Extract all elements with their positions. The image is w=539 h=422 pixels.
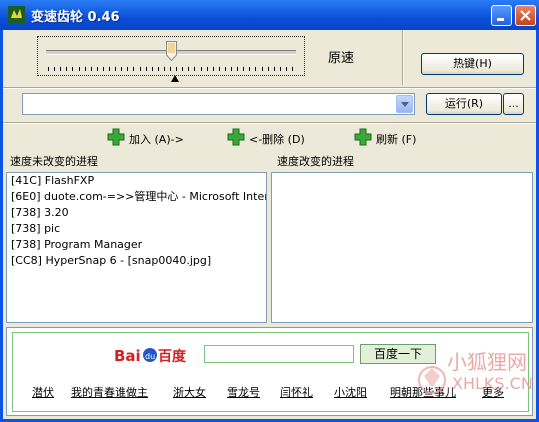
slider-tick	[273, 67, 275, 71]
slider-tick	[157, 67, 159, 71]
refresh-label: 刷新 (F)	[376, 133, 417, 146]
speed-slider[interactable]	[37, 36, 305, 76]
slider-tick	[206, 67, 208, 71]
svg-text:百度: 百度	[158, 348, 187, 365]
process-combo[interactable]	[22, 93, 415, 115]
link[interactable]: 潜伏	[32, 384, 54, 400]
slider-tick	[218, 67, 220, 71]
refresh-plus-icon	[354, 128, 372, 146]
list-item[interactable]: [738] 3.20	[7, 205, 266, 221]
unchanged-process-list[interactable]: [41C] FlashFXP [6E0] duote.com-=>>管理中心 -…	[6, 172, 267, 323]
slider-tick	[54, 67, 56, 71]
default-speed-marker	[171, 75, 179, 82]
slider-tick	[48, 67, 49, 71]
unchanged-pane-header: 速度未改变的进程	[5, 152, 267, 172]
slider-tick	[237, 67, 239, 71]
close-icon	[520, 10, 531, 21]
slider-tick	[72, 67, 74, 71]
changed-process-list[interactable]	[271, 172, 533, 323]
run-button[interactable]: 运行(R)	[426, 93, 502, 115]
list-item[interactable]: [CC8] HyperSnap 6 - [snap0040.jpg]	[7, 253, 266, 269]
slider-tick	[139, 67, 141, 71]
slider-tick	[231, 67, 232, 71]
slider-tick	[96, 67, 98, 71]
slider-tick	[249, 67, 251, 71]
refresh-button[interactable]: 刷新 (F)	[354, 128, 434, 148]
slider-tick	[145, 67, 147, 71]
slider-tick	[279, 67, 281, 71]
slider-tick	[267, 67, 269, 71]
list-item[interactable]: [41C] FlashFXP	[7, 173, 266, 189]
app-window: 变速齿轮 0.46 原速 热键(H) 运行(R) ... 加入 (A)-> <-…	[0, 0, 539, 422]
slider-tick	[60, 67, 62, 71]
slider-tick	[84, 67, 86, 71]
speed-label: 原速	[328, 51, 355, 66]
list-item[interactable]: [738] Program Manager	[7, 237, 266, 253]
remove-label: <-删除 (D)	[249, 133, 305, 146]
slider-tick	[182, 67, 184, 71]
chevron-down-icon[interactable]	[396, 95, 413, 113]
add-button[interactable]: 加入 (A)->	[107, 128, 197, 148]
slider-tick	[163, 67, 165, 71]
browse-button[interactable]: ...	[503, 93, 524, 115]
add-plus-icon	[107, 128, 125, 146]
slider-tick	[292, 67, 293, 71]
slider-tick	[243, 67, 245, 71]
slider-tick	[90, 67, 92, 71]
window-title: 变速齿轮 0.46	[31, 10, 120, 25]
watermark-en: XHLKS.CN	[452, 374, 533, 393]
slider-tick	[170, 67, 171, 71]
slider-tick	[66, 67, 68, 71]
link[interactable]: 雪龙号	[227, 384, 260, 400]
slider-tick	[285, 67, 287, 71]
slider-tick	[176, 67, 178, 71]
list-item[interactable]: [738] pic	[7, 221, 266, 237]
list-item[interactable]: [6E0] duote.com-=>>管理中心 - Microsoft Inte…	[7, 189, 266, 205]
hotkey-button[interactable]: 热键(H)	[421, 53, 524, 75]
app-gear-icon[interactable]	[8, 6, 25, 23]
slider-tick	[212, 67, 214, 71]
slider-tick	[255, 67, 257, 71]
title-bar[interactable]: 变速齿轮 0.46	[0, 0, 539, 30]
divider	[3, 87, 536, 89]
link[interactable]: 浙大女	[173, 384, 206, 400]
divider	[3, 122, 536, 124]
remove-plus-icon	[227, 128, 245, 146]
slider-tick	[261, 67, 263, 71]
remove-button[interactable]: <-删除 (D)	[227, 128, 317, 148]
add-label: 加入 (A)->	[129, 133, 184, 146]
minimize-button[interactable]	[491, 5, 512, 26]
slider-tick	[133, 67, 135, 71]
slider-tick	[224, 67, 226, 71]
slider-ticks	[48, 67, 296, 73]
changed-pane-header: 速度改变的进程	[272, 152, 534, 172]
search-input[interactable]	[204, 345, 354, 363]
baidu-logo[interactable]: Bai du 百度	[114, 344, 200, 366]
link[interactable]: 我的青春谁做主	[71, 384, 148, 400]
slider-tick	[194, 67, 196, 71]
slider-tick	[78, 67, 80, 71]
slider-tick	[200, 67, 202, 71]
watermark-cn: 小狐狸网	[447, 350, 527, 374]
slider-tick	[115, 67, 117, 71]
link[interactable]: 小沈阳	[334, 384, 367, 400]
slider-tick	[151, 67, 153, 71]
slider-tick	[188, 67, 190, 71]
svg-text:Bai: Bai	[114, 347, 141, 365]
divider	[402, 30, 404, 85]
link[interactable]: 闫怀礼	[280, 384, 313, 400]
svg-text:du: du	[145, 352, 155, 361]
slider-tick	[127, 67, 129, 71]
slider-thumb[interactable]	[166, 41, 177, 61]
slider-tick	[102, 67, 104, 71]
slider-tick	[121, 67, 123, 71]
minimize-icon	[497, 18, 504, 21]
slider-tick	[109, 67, 110, 71]
close-button[interactable]	[515, 5, 536, 26]
